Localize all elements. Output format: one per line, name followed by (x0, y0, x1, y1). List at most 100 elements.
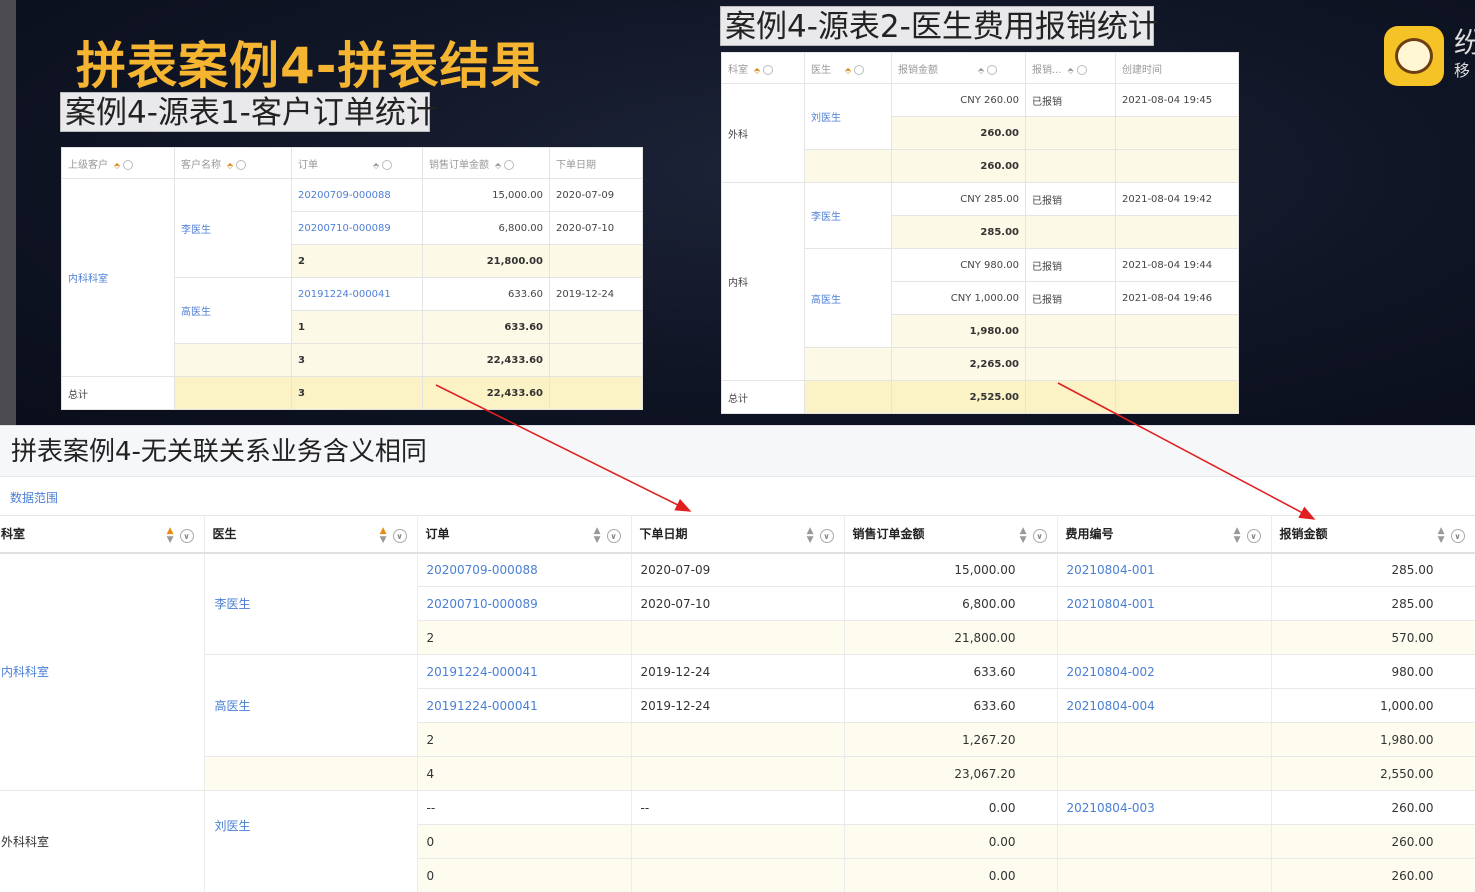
count-cell: 0 (417, 824, 632, 859)
fee-link[interactable]: 20210804-004 (1057, 688, 1272, 723)
column-header-reimb[interactable]: 报销金额 ▲ ▼ ∨ (1271, 515, 1475, 554)
filter-icon[interactable] (236, 159, 247, 170)
filter-icon[interactable] (987, 64, 998, 75)
sort-icon[interactable]: ▲ ▼ (167, 527, 174, 545)
dept-cell[interactable]: 内科科室 (0, 552, 205, 791)
order-link[interactable]: 20191224-000041 (417, 654, 632, 689)
doctor-cell[interactable]: 高医生 (204, 654, 418, 757)
filter-icon[interactable] (504, 159, 515, 170)
order-link[interactable]: 20200710-000089 (291, 211, 423, 245)
amount-cell: 633.60 (422, 310, 550, 344)
empty-cell (1025, 116, 1116, 150)
source2-doctor-cell[interactable]: 高医生 (804, 248, 892, 348)
source2-header-status[interactable]: 报销... ⬘ (1025, 52, 1116, 84)
column-header-fee[interactable]: 费用编号 ▲ ▼ ∨ (1057, 515, 1272, 554)
filter-icon[interactable]: ∨ (1246, 529, 1261, 543)
order-link[interactable]: 20191224-000041 (291, 277, 423, 311)
column-header-date[interactable]: 下单日期 ▲ ▼ ∨ (631, 515, 845, 554)
sort-icon[interactable]: ⬘ (978, 66, 984, 75)
sort-icon[interactable]: ▲ ▼ (594, 527, 601, 545)
column-header-dept[interactable]: 科室 ▲ ▼ ∨ (0, 515, 205, 554)
time-cell: 2021-08-04 19:44 (1115, 248, 1239, 282)
order-link[interactable]: 20200709-000088 (291, 178, 423, 212)
source2-dept-cell: 外科 (721, 83, 805, 183)
table-row: 内科科室 李医生 20200709-000088 15,000.00 2020-… (61, 178, 643, 377)
sort-icon[interactable]: ▲ ▼ (1438, 527, 1445, 545)
source2-header-row: 科室 ⬘ 医生 ⬘ 报销金额 ⬘ 报销... ⬘ 创建时间 (721, 52, 1239, 84)
fee-cell (1057, 858, 1272, 892)
filter-icon[interactable]: ∨ (392, 529, 407, 543)
doctor-cell[interactable]: 刘医生 (204, 790, 418, 892)
amount-cell: 15,000.00 (844, 552, 1058, 587)
sort-icon[interactable]: ▲ ▼ (807, 527, 814, 545)
order-cell: -- (417, 790, 632, 825)
filter-icon[interactable]: ∨ (179, 529, 194, 543)
sort-icon[interactable]: ▲ ▼ (1020, 527, 1027, 545)
total-label: 总计 (721, 380, 805, 414)
column-header-order[interactable]: 订单 ▲ ▼ ∨ (417, 515, 632, 554)
fee-link[interactable]: 20210804-001 (1057, 586, 1272, 621)
reimb-cell: 1,980.00 (1271, 722, 1475, 757)
reimb-cell: 260.00 (1271, 824, 1475, 859)
table-row: 内科 李医生 CNY 285.00 已报销 2021-08-04 19:42 (721, 182, 1239, 381)
sort-icon[interactable]: ▲ ▼ (380, 527, 387, 545)
source1-customer-cell[interactable]: 李医生 (174, 178, 292, 278)
fee-link[interactable]: 20210804-002 (1057, 654, 1272, 689)
order-link[interactable]: 20200710-000089 (417, 586, 632, 621)
amount-cell: CNY 980.00 (891, 248, 1026, 282)
source1-header-amount[interactable]: 销售订单金额 ⬘ (422, 147, 550, 179)
empty-cell (804, 149, 892, 183)
source1-header-customer[interactable]: 客户名称 ⬘ (174, 147, 292, 179)
sort-icon[interactable]: ⬘ (373, 161, 379, 170)
order-link[interactable]: 20191224-000041 (417, 688, 632, 723)
source1-header-parent[interactable]: 上级客户 ⬘ (61, 147, 175, 179)
filter-icon[interactable]: ∨ (1450, 529, 1465, 543)
source2-header-time[interactable]: 创建时间 (1115, 52, 1239, 84)
doctor-cell[interactable]: 李医生 (204, 552, 418, 655)
source2-doctor-cell[interactable]: 李医生 (804, 182, 892, 249)
fee-link[interactable]: 20210804-003 (1057, 790, 1272, 825)
sort-icon[interactable]: ▲ ▼ (1234, 527, 1241, 545)
filter-icon[interactable]: ∨ (606, 529, 621, 543)
brand-text: 纷移 (1454, 26, 1475, 80)
filter-icon[interactable] (123, 159, 134, 170)
amount-cell: 23,067.20 (844, 756, 1058, 791)
source2-header-amount[interactable]: 报销金额 ⬘ (891, 52, 1026, 84)
sort-icon[interactable]: ⬘ (845, 66, 851, 75)
fee-link[interactable]: 20210804-001 (1057, 552, 1272, 587)
column-header-amount[interactable]: 销售订单金额 ▲ ▼ ∨ (844, 515, 1058, 554)
time-cell: 2021-08-04 19:46 (1115, 281, 1239, 315)
source1-header-date[interactable]: 下单日期 (549, 147, 643, 179)
filter-icon[interactable]: ∨ (1032, 529, 1047, 543)
count-cell: 4 (417, 756, 632, 791)
filter-icon[interactable] (382, 159, 393, 170)
filter-icon[interactable] (854, 64, 865, 75)
time-cell: 2021-08-04 19:42 (1115, 182, 1239, 216)
sort-icon[interactable]: ⬘ (1068, 66, 1074, 75)
source1-parent-cell[interactable]: 内科科室 (61, 178, 175, 377)
source2-doctor-cell[interactable]: 刘医生 (804, 83, 892, 150)
filter-icon[interactable] (763, 64, 774, 75)
order-link[interactable]: 20200709-000088 (417, 552, 632, 587)
sort-icon[interactable]: ⬘ (227, 161, 233, 170)
source2-header-dept[interactable]: 科室 ⬘ (721, 52, 805, 84)
data-scope-link[interactable]: 数据范围 (10, 489, 58, 506)
amount-cell: 633.60 (422, 277, 550, 311)
sort-icon[interactable]: ⬘ (754, 66, 760, 75)
source1-customer-cell[interactable]: 高医生 (174, 277, 292, 344)
filter-icon[interactable] (1076, 64, 1087, 75)
amount-cell: 15,000.00 (422, 178, 550, 212)
source2-header-doctor[interactable]: 医生 ⬘ (804, 52, 892, 84)
table-row: 外科 刘医生 CNY 260.00 已报销 2021-08-04 19:45 (721, 83, 1239, 183)
sort-icon[interactable]: ⬘ (495, 161, 501, 170)
sort-icon[interactable]: ⬘ (114, 161, 120, 170)
date-cell: -- (631, 790, 845, 825)
source1-header-order[interactable]: 订单 ⬘ (291, 147, 423, 179)
empty-cell (204, 756, 418, 791)
column-header-doctor[interactable]: 医生 ▲ ▼ ∨ (204, 515, 418, 554)
filter-icon[interactable]: ∨ (819, 529, 834, 543)
empty-cell (1115, 380, 1239, 414)
count-cell: 2 (417, 620, 632, 655)
total-amount: 2,525.00 (891, 380, 1026, 414)
bee-icon (1395, 38, 1433, 74)
